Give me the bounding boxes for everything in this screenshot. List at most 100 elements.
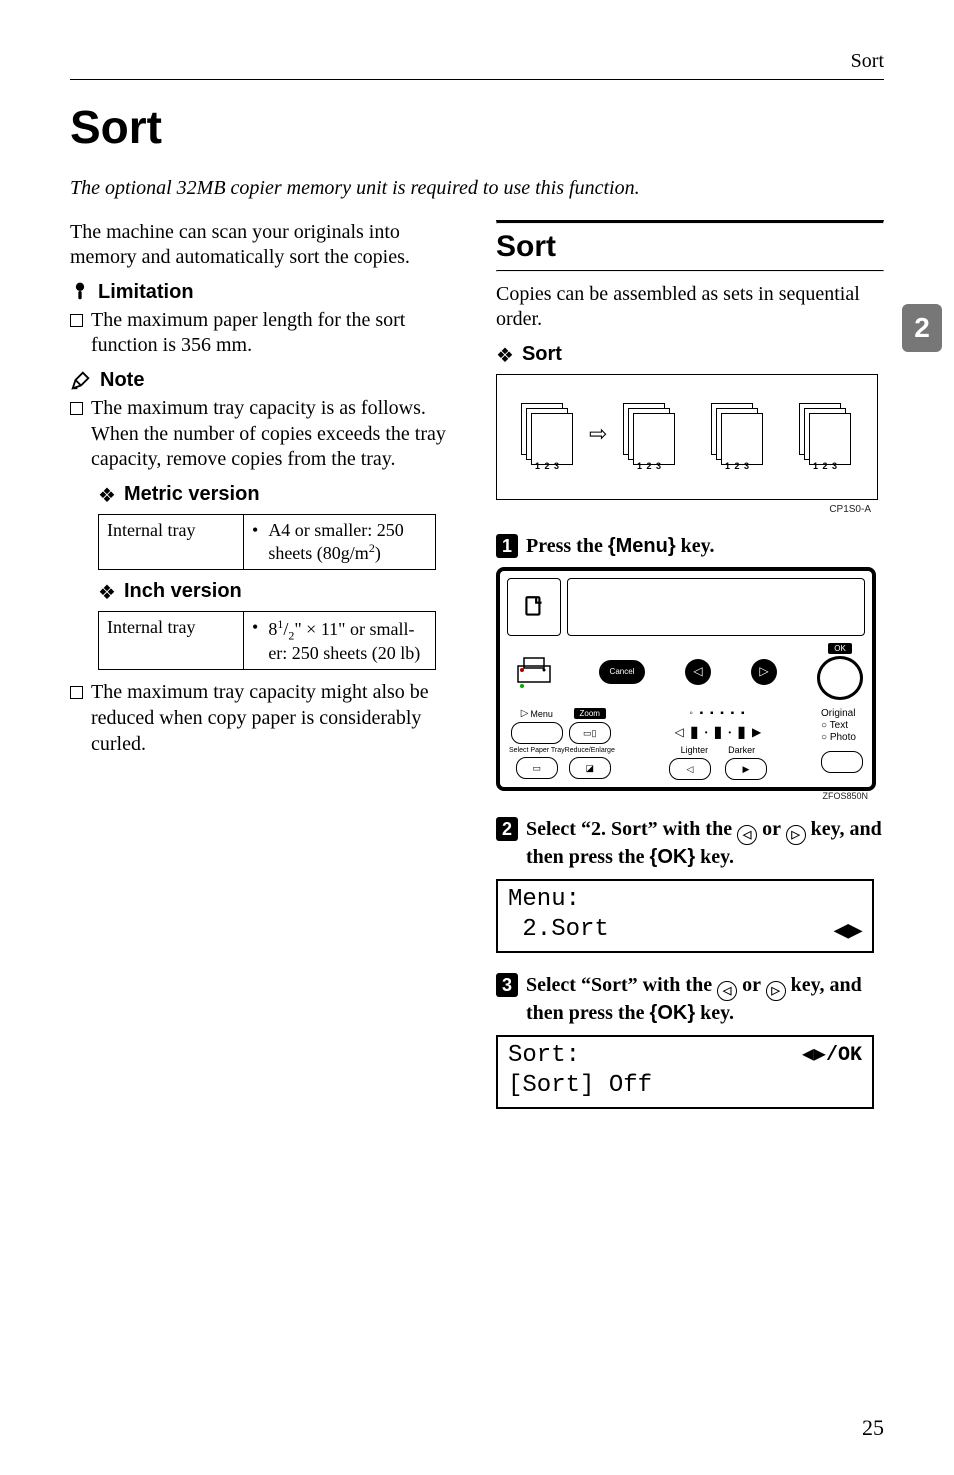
diamond-icon: ❖: [98, 483, 116, 508]
inch-col1: Internal tray: [99, 611, 244, 670]
left-arrow-button[interactable]: ◁: [685, 659, 711, 685]
ok-label: OK: [828, 643, 852, 654]
lcd1-line2: 2.Sort: [508, 915, 609, 945]
reduce-label: Reduce/Enlarge: [565, 747, 615, 754]
page-title: Sort: [70, 100, 884, 154]
original-button[interactable]: [821, 751, 863, 773]
page: Sort Sort The optional 32MB copier memor…: [0, 0, 954, 1475]
note-item: The maximum tray capacity might also be …: [70, 680, 458, 757]
inch-8: 8: [268, 619, 277, 639]
step-2-text: Select “2. Sort” with the ◁ or ▷ key, an…: [526, 817, 884, 871]
stack-numbers: 1 2 3: [535, 461, 560, 471]
control-panel: Cancel ◁ ▷ OK ▷Menu Select Paper Tray ▭: [496, 567, 876, 791]
metric-text-1: A4 or smaller: 250: [268, 520, 403, 540]
step-number-badge: 3: [496, 973, 518, 997]
lcd-ok-indicator: ◀▶/OK: [802, 1043, 862, 1068]
t: Select “2. Sort” with the: [526, 818, 737, 840]
left-column: The machine can scan your originals into…: [70, 220, 458, 1119]
ok-button[interactable]: [817, 656, 863, 700]
stack-numbers: 1 2 3: [813, 461, 838, 471]
left-arrow-icon: ◁: [693, 664, 702, 679]
left-lead: The machine can scan your originals into…: [70, 220, 458, 271]
lcd-leftright-icon: ◀▶: [834, 919, 862, 942]
panel-caption: ZFOS850N: [822, 791, 868, 801]
diamond-icon: ❖: [98, 580, 116, 605]
zoom-label: Zoom: [574, 708, 606, 719]
photo-label: Photo: [830, 732, 856, 743]
limitation-item-text: The maximum paper length for the sort fu…: [91, 308, 458, 359]
metric-text-2a: sheets (80g/m: [268, 543, 369, 563]
lighter-label: Lighter: [681, 745, 709, 755]
menu-label: Menu: [530, 709, 553, 719]
top-rule: [70, 79, 884, 80]
metric-col1: Internal tray: [99, 514, 244, 569]
section-heading: Sort: [496, 230, 884, 264]
limitation-list: The maximum paper length for the sort fu…: [70, 308, 458, 359]
diamond-icon: ❖: [496, 343, 514, 368]
step-number-badge: 1: [496, 534, 518, 558]
rule: [496, 270, 884, 272]
original-label: Original: [821, 708, 855, 719]
panel-doc-icon: [507, 578, 561, 636]
limitation-icon: [70, 281, 90, 301]
page-stack: 1 2 3: [623, 403, 675, 467]
intro-text: The optional 32MB copier memory unit is …: [70, 176, 884, 202]
t: Press the: [526, 535, 608, 557]
arrow-right-icon: ⇨: [589, 421, 607, 447]
inch-version-heading: ❖ Inch version: [98, 580, 458, 605]
left-arrow-icon: ◁: [717, 981, 737, 1001]
page-stack: 1 2 3: [799, 403, 851, 467]
page-stack: 1 2 3: [521, 403, 573, 467]
lighter-button[interactable]: ◁: [669, 758, 711, 780]
note-item-text: The maximum tray capacity might also be …: [91, 680, 458, 757]
limitation-item: The maximum paper length for the sort fu…: [70, 308, 458, 359]
inch-rest1: " × 11" or small-: [294, 619, 414, 639]
square-bullet-icon: [70, 686, 83, 699]
reduce-button[interactable]: ◪: [569, 757, 611, 779]
note-label: Note: [100, 369, 144, 392]
right-lead: Copies can be assembled as sets in seque…: [496, 282, 884, 333]
darker-button[interactable]: ▶: [725, 758, 767, 780]
step-1-text: Press the {Menu} key.: [526, 534, 715, 560]
ok-key-label: OK: [657, 1002, 687, 1024]
note-item: The maximum tray capacity is as follows.…: [70, 396, 458, 473]
stack-numbers: 1 2 3: [725, 461, 750, 471]
diagram-caption: CP1S0-A: [829, 504, 871, 515]
left-arrow-icon: ◁: [737, 825, 757, 845]
inch-rest2: er: 250 sheets (20 lb): [268, 643, 420, 663]
t: or: [757, 818, 786, 840]
right-arrow-icon: ▷: [759, 664, 768, 679]
metric-col2: • A4 or smaller: 250 sheets (80g/m2): [244, 514, 436, 569]
pencil-icon: [70, 369, 92, 391]
inch-version-label: Inch version: [124, 580, 242, 603]
lcd1-line1: Menu:: [508, 885, 580, 915]
metric-text-2b: ): [375, 543, 381, 563]
menu-button[interactable]: [511, 722, 563, 744]
right-arrow-icon: ▷: [786, 825, 806, 845]
select-paper-label: Select Paper Tray: [509, 747, 565, 754]
select-paper-button[interactable]: ▭: [516, 757, 558, 779]
menu-key-label: Menu: [616, 535, 668, 557]
t: or: [737, 974, 766, 996]
right-arrow-button[interactable]: ▷: [751, 659, 777, 685]
right-arrow-icon: ▷: [766, 981, 786, 1001]
ok-key-label: OK: [657, 846, 687, 868]
limitation-label: Limitation: [98, 281, 194, 304]
text-label: Text: [830, 720, 848, 731]
cancel-button[interactable]: Cancel: [599, 660, 645, 684]
step-3: 3 Select “Sort” with the ◁ or ▷ key, and…: [496, 973, 884, 1027]
printer-icon: [509, 650, 559, 694]
lcd-screen-1: Menu: 2.Sort ◀▶: [496, 879, 874, 953]
metric-table: Internal tray • A4 or smaller: 250 sheet…: [98, 514, 436, 570]
zoom-button[interactable]: ▭▯: [569, 722, 611, 744]
t: Select “Sort” with the: [526, 974, 717, 996]
note-list-1: The maximum tray capacity is as follows.…: [70, 396, 458, 473]
bullet-icon: •: [252, 521, 258, 539]
t: key.: [695, 1002, 734, 1024]
table-row: Internal tray • 81/2" × 11" or small- er…: [99, 611, 436, 670]
bullet-icon: •: [252, 618, 258, 636]
running-header: Sort: [70, 50, 884, 73]
step-3-text: Select “Sort” with the ◁ or ▷ key, and t…: [526, 973, 884, 1027]
step-2: 2 Select “2. Sort” with the ◁ or ▷ key, …: [496, 817, 884, 871]
t: /OK: [826, 1044, 862, 1067]
